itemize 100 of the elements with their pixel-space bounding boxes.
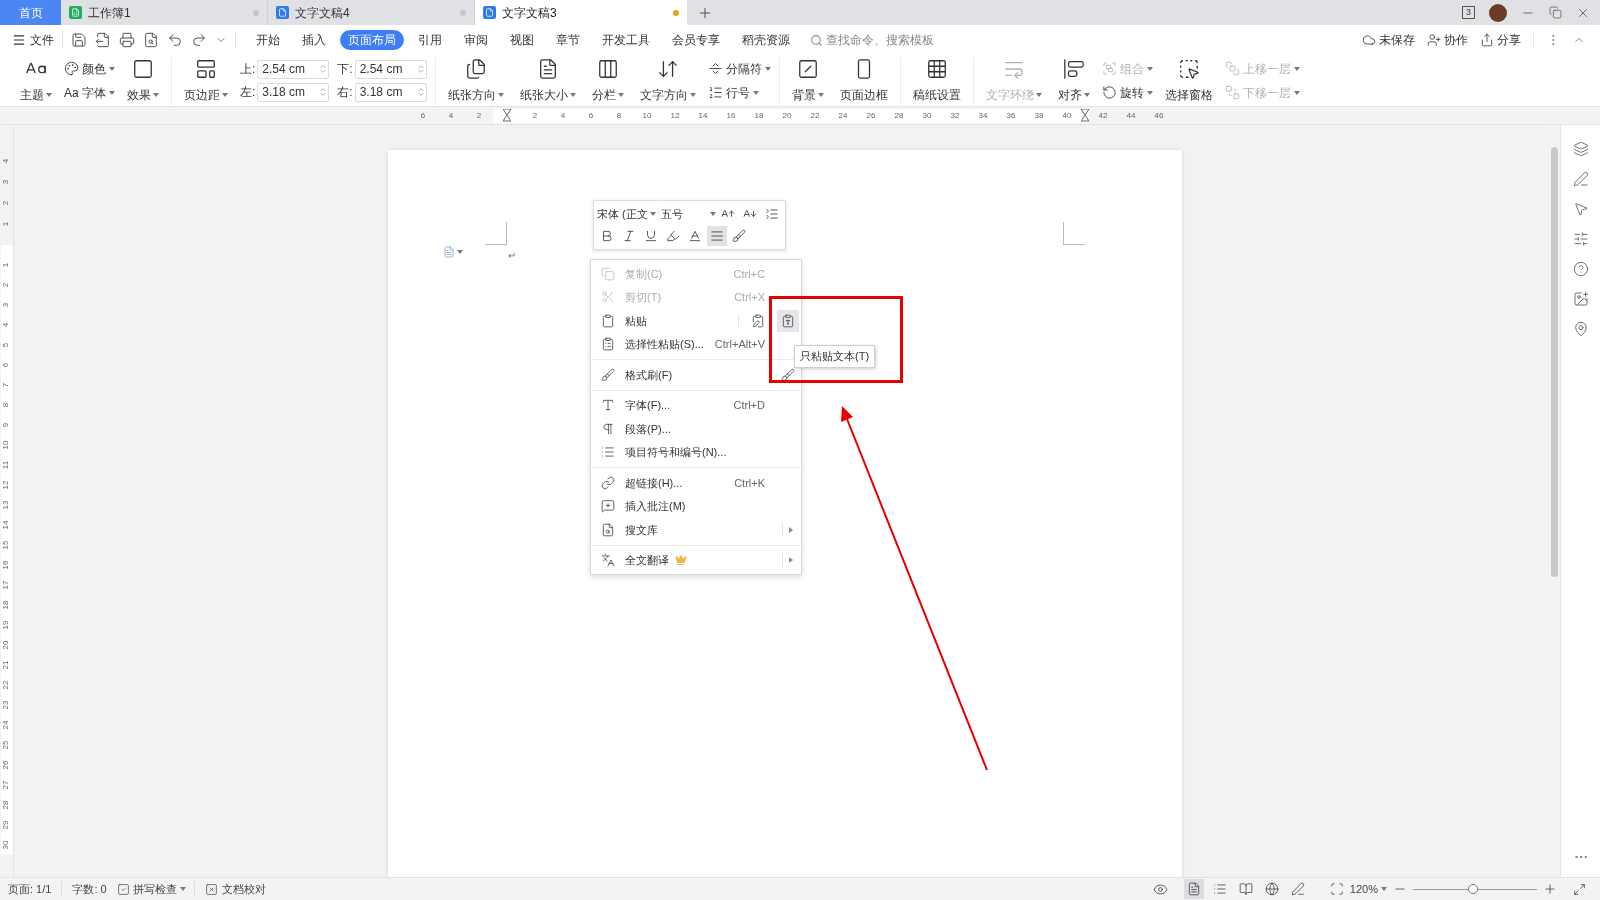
file-menu[interactable]: 文件 — [0, 31, 62, 49]
save-icon[interactable] — [71, 32, 87, 48]
ribbon-button[interactable]: 背景 — [787, 57, 828, 104]
document-tab[interactable]: 文字文稿3 — [475, 0, 687, 25]
menu-item[interactable]: 全文翻译 — [591, 548, 801, 572]
ribbon-button[interactable]: 效果 — [123, 57, 163, 104]
fullscreen-icon[interactable] — [1573, 882, 1586, 896]
paste-icon — [601, 313, 615, 328]
paste-option-button[interactable] — [777, 309, 799, 332]
location-icon[interactable] — [1572, 321, 1589, 337]
ribbon-tab[interactable]: 引用 — [410, 30, 450, 50]
format-painter-icon[interactable] — [781, 367, 795, 382]
proofread-button[interactable]: 文档校对 — [194, 880, 276, 898]
ruler-number: 34 — [978, 111, 988, 120]
search-field[interactable]: 查找命令、搜索模板 — [810, 31, 934, 49]
view-button[interactable] — [1183, 879, 1204, 899]
ribbon-tab[interactable]: 会员专享 — [664, 30, 728, 50]
font-size-select[interactable]: 五号 — [657, 205, 716, 223]
pointer-icon[interactable] — [1572, 201, 1589, 217]
scrollbar-thumb[interactable] — [1550, 147, 1558, 577]
menu-item[interactable]: 段落(P)... — [591, 417, 801, 441]
ruler-number: 7 — [2, 382, 11, 388]
writing-view-icon — [1290, 882, 1305, 896]
print-icon[interactable] — [119, 32, 135, 48]
ribbon-button[interactable]: 分栏 — [587, 57, 628, 104]
slider-thumb[interactable] — [1467, 884, 1478, 894]
ribbon-button[interactable]: 分隔符 — [707, 59, 771, 78]
sliders-icon[interactable] — [1572, 231, 1589, 247]
zoom-slider[interactable] — [1413, 883, 1537, 895]
ribbon-button[interactable]: 选择窗格 — [1160, 57, 1217, 104]
ruler-number: 42 — [1098, 111, 1108, 120]
toolbar-action[interactable]: 未保存 — [1362, 31, 1415, 49]
ruler-number: 9 — [2, 422, 11, 428]
pen-icon[interactable] — [1572, 171, 1589, 187]
avatar[interactable] — [1489, 3, 1507, 22]
font-select[interactable]: 宋体 (正文 — [597, 205, 656, 223]
ribbon-tab[interactable]: 视图 — [502, 30, 542, 50]
caret-icon — [1083, 92, 1090, 97]
menu-item[interactable]: 插入批注(M) — [591, 494, 801, 518]
ribbon-button[interactable]: 主题 — [16, 57, 56, 104]
menu-item[interactable]: 项目符号和编号(N)... — [591, 440, 801, 464]
spell-check-toggle[interactable]: 拼写检查 — [116, 880, 195, 898]
ribbon-button[interactable]: 稿纸设置 — [908, 57, 965, 104]
ruler-number: 4 — [2, 158, 11, 163]
indent-marker-icon[interactable] — [503, 108, 511, 123]
image-icon[interactable] — [1572, 291, 1589, 307]
ruler-number: 2 — [2, 282, 11, 288]
redo-icon[interactable] — [191, 32, 207, 48]
margin-field[interactable]: 3.18 cm — [354, 82, 427, 102]
menu-item[interactable]: 超链接(H)... Ctrl+K — [591, 471, 801, 495]
comment-icon — [601, 499, 615, 514]
help-icon[interactable] — [1572, 261, 1589, 277]
indent-marker-icon[interactable] — [1081, 108, 1089, 123]
menu-item[interactable]: 搜文库 — [591, 518, 801, 542]
export-icon[interactable] — [95, 32, 111, 48]
ribbon-tab[interactable]: 章节 — [548, 30, 588, 50]
ribbon-button[interactable]: Aa 字体 — [64, 83, 115, 102]
toolbar-action[interactable]: 分享 — [1480, 31, 1521, 49]
zoom-in-icon[interactable] — [1543, 882, 1557, 896]
window-count-badge[interactable]: 3 — [1462, 6, 1475, 19]
ruler-number: 14 — [698, 111, 708, 120]
toolbar-action[interactable]: 协作 — [1427, 31, 1468, 49]
font-color-icon — [688, 229, 702, 243]
ribbon-button[interactable]: 页边距 — [180, 57, 232, 104]
document-tab[interactable]: 首页 — [0, 0, 61, 25]
paste-text-icon — [781, 313, 795, 328]
eye-icon[interactable] — [1152, 881, 1168, 897]
margin-field[interactable]: 3.18 cm — [257, 82, 330, 102]
ribbon-tab[interactable]: 插入 — [294, 30, 334, 50]
scissors-icon — [601, 290, 615, 305]
ribbon-tab[interactable]: 页面布局 — [340, 30, 404, 50]
ribbon-button[interactable]: 纸张方向 — [443, 57, 508, 104]
margin-field[interactable]: 2.54 cm — [257, 59, 330, 79]
crop-mark — [1063, 222, 1085, 245]
menu-item[interactable]: 字体(F)... Ctrl+D — [591, 393, 801, 417]
undo-icon[interactable] — [167, 32, 183, 48]
ribbon-tab[interactable]: 开发工具 — [594, 30, 658, 50]
ribbon-button[interactable]: 对齐 — [1053, 57, 1094, 104]
restore-icon[interactable] — [1549, 6, 1562, 19]
ribbon-button[interactable]: 旋转 — [1101, 83, 1153, 102]
ribbon-button[interactable]: 页面边框 — [835, 57, 892, 104]
zoom-select[interactable]: 120% — [1349, 880, 1387, 898]
caret-icon — [689, 92, 696, 97]
ribbon-button[interactable]: 纸张大小 — [515, 57, 580, 104]
ribbon-button[interactable]: 颜色 — [64, 59, 115, 78]
ribbon-button[interactable]: 文字方向 — [635, 57, 700, 104]
ribbon-tab[interactable]: 审阅 — [456, 30, 496, 50]
print-preview-icon[interactable] — [143, 32, 159, 48]
paste-options-icon[interactable] — [443, 246, 463, 258]
caret-icon — [497, 92, 504, 97]
caret-icon — [1293, 90, 1300, 95]
shapes-icon[interactable] — [1572, 141, 1589, 157]
ribbon-tab[interactable]: 稻壳资源 — [734, 30, 798, 50]
checked-checkbox-icon — [116, 882, 130, 896]
fit-page-icon[interactable] — [1329, 882, 1344, 896]
ribbon-button[interactable]: 行号 — [707, 83, 771, 102]
caret-icon — [222, 92, 228, 97]
margin-field[interactable]: 2.54 cm — [354, 59, 427, 79]
menu-item[interactable]: 粘贴 — [591, 309, 801, 333]
ribbon-tab[interactable]: 开始 — [248, 30, 288, 50]
